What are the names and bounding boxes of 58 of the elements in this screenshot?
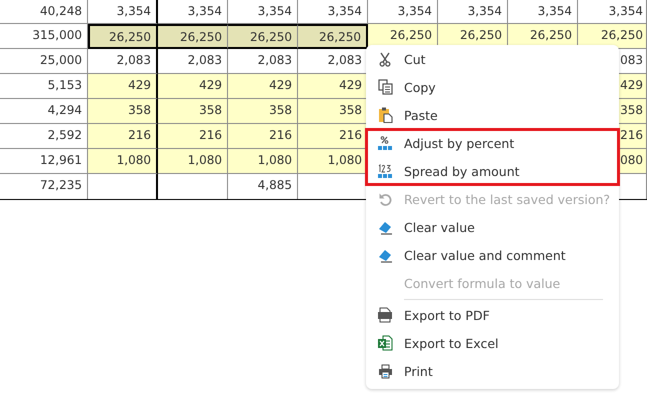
table-cell[interactable]: 429 (88, 74, 158, 99)
table-cell[interactable]: 40,248 (0, 0, 88, 24)
spreadsheet-file-icon (377, 335, 393, 351)
menu-item[interactable]: Print (372, 357, 613, 385)
menu-item[interactable]: Export to PDF (372, 301, 613, 329)
table-cell[interactable]: 3,354 (298, 0, 368, 24)
table-cell[interactable]: 3,354 (158, 0, 228, 24)
table-cell[interactable]: 26,250 (88, 24, 158, 49)
eraser-icon (378, 248, 392, 262)
table-cell[interactable]: 1,080 (228, 149, 298, 174)
table-cell[interactable]: 1,080 (298, 149, 368, 174)
menu-item[interactable]: Spread by amount (372, 157, 613, 185)
menu-item[interactable]: Clear value and comment (372, 241, 613, 269)
percent-icon (377, 136, 393, 150)
copy-icon (378, 79, 392, 95)
table-cell[interactable]: 12,961 (0, 149, 88, 174)
table-cell[interactable]: 25,000 (0, 49, 88, 74)
table-cell[interactable]: 216 (228, 124, 298, 149)
menu-item[interactable]: Copy (372, 73, 613, 101)
table-cell[interactable]: 2,592 (0, 124, 88, 149)
table-cell[interactable]: 2,083 (158, 49, 228, 74)
table-cell[interactable]: 3,354 (508, 0, 578, 24)
clipboard-icon (378, 107, 392, 123)
table-cell[interactable]: 26,250 (578, 24, 647, 49)
table-cell[interactable]: 3,354 (368, 0, 438, 24)
menu-item[interactable]: Export to Excel (372, 329, 613, 357)
menu-item[interactable]: Adjust by percent (372, 129, 613, 157)
table-cell[interactable]: 216 (298, 124, 368, 149)
table-cell[interactable]: 429 (228, 74, 298, 99)
table-cell[interactable]: 3,354 (578, 0, 647, 24)
table-cell[interactable]: 26,250 (298, 24, 368, 49)
table-cell[interactable]: 4,294 (0, 99, 88, 124)
table-cell[interactable]: 216 (88, 124, 158, 149)
table-cell[interactable]: 2,083 (88, 49, 158, 74)
table-cell[interactable]: 315,000 (0, 24, 88, 49)
numbers-icon (377, 164, 393, 178)
scissors-icon (379, 52, 391, 66)
table-cell[interactable]: 26,250 (158, 24, 228, 49)
table-cell[interactable]: 429 (158, 74, 228, 99)
table-cell[interactable]: 3,354 (88, 0, 158, 24)
printer-icon (378, 364, 392, 378)
table-cell[interactable]: 358 (228, 99, 298, 124)
table-cell[interactable]: 26,250 (228, 24, 298, 49)
table-cell[interactable]: 358 (88, 99, 158, 124)
table-cell[interactable]: 216 (158, 124, 228, 149)
menu-item[interactable]: Paste (372, 101, 613, 129)
menu-item[interactable]: Clear value (372, 213, 613, 241)
table-cell[interactable]: 3,354 (228, 0, 298, 24)
table-cell[interactable]: 1,080 (158, 149, 228, 174)
eraser-icon (378, 220, 392, 234)
table-cell[interactable]: 429 (298, 74, 368, 99)
undo-icon (378, 192, 392, 206)
table-cell[interactable]: 358 (158, 99, 228, 124)
table-cell[interactable]: 1,080 (88, 149, 158, 174)
table-cell[interactable]: 5,153 (0, 74, 88, 99)
table-cell[interactable]: 358 (298, 99, 368, 124)
table-cell[interactable]: 3,354 (438, 0, 508, 24)
table-cell[interactable]: 2,083 (228, 49, 298, 74)
